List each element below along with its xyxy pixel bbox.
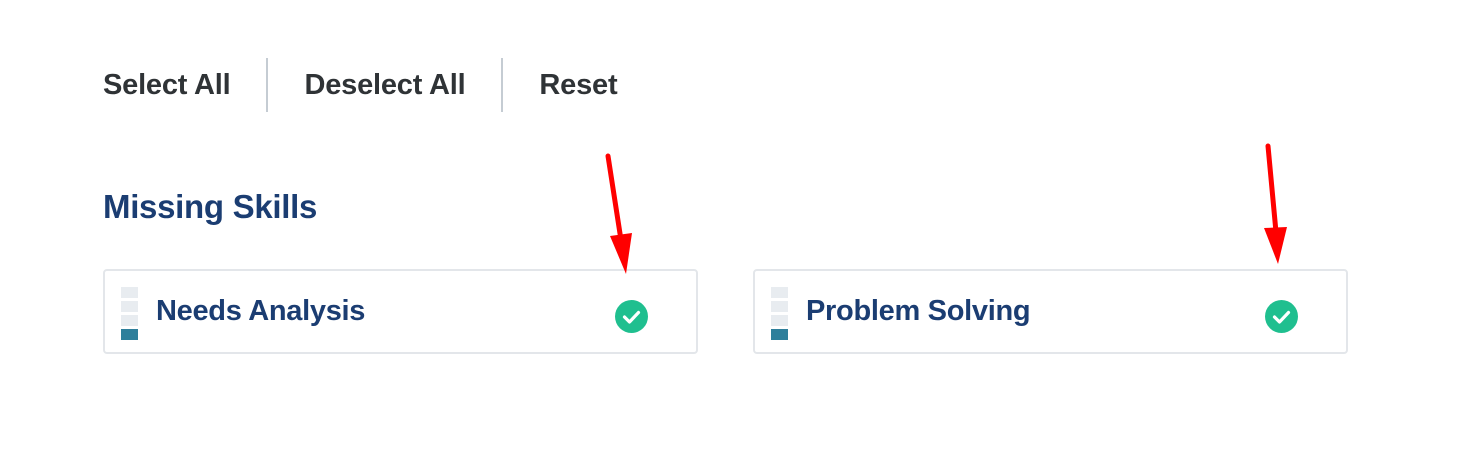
level-segment <box>771 315 788 326</box>
level-segment <box>121 287 138 298</box>
skill-level-bars-icon <box>121 287 138 340</box>
level-segment-filled <box>771 329 788 340</box>
red-arrow-icon <box>1264 143 1287 264</box>
check-circle-icon[interactable] <box>615 300 648 333</box>
selection-toolbar: Select All Deselect All Reset <box>103 58 618 112</box>
level-segment <box>771 301 788 312</box>
skill-card-problem-solving[interactable]: Problem Solving <box>753 269 1348 354</box>
skill-card-needs-analysis[interactable]: Needs Analysis <box>103 269 698 354</box>
deselect-all-button[interactable]: Deselect All <box>304 69 465 102</box>
level-segment-filled <box>121 329 138 340</box>
select-all-button[interactable]: Select All <box>103 69 231 102</box>
reset-button[interactable]: Reset <box>539 69 617 102</box>
level-segment <box>771 287 788 298</box>
check-circle-icon[interactable] <box>1265 300 1298 333</box>
skill-label: Problem Solving <box>806 295 1031 327</box>
red-arrow-icon <box>605 153 632 274</box>
toolbar-divider <box>501 58 504 112</box>
skill-label: Needs Analysis <box>156 295 366 327</box>
skill-level-bars-icon <box>771 287 788 340</box>
toolbar-divider <box>266 58 269 112</box>
skills-page: Select All Deselect All Reset Missing Sk… <box>0 0 1468 471</box>
section-title: Missing Skills <box>103 188 318 225</box>
level-segment <box>121 315 138 326</box>
level-segment <box>121 301 138 312</box>
